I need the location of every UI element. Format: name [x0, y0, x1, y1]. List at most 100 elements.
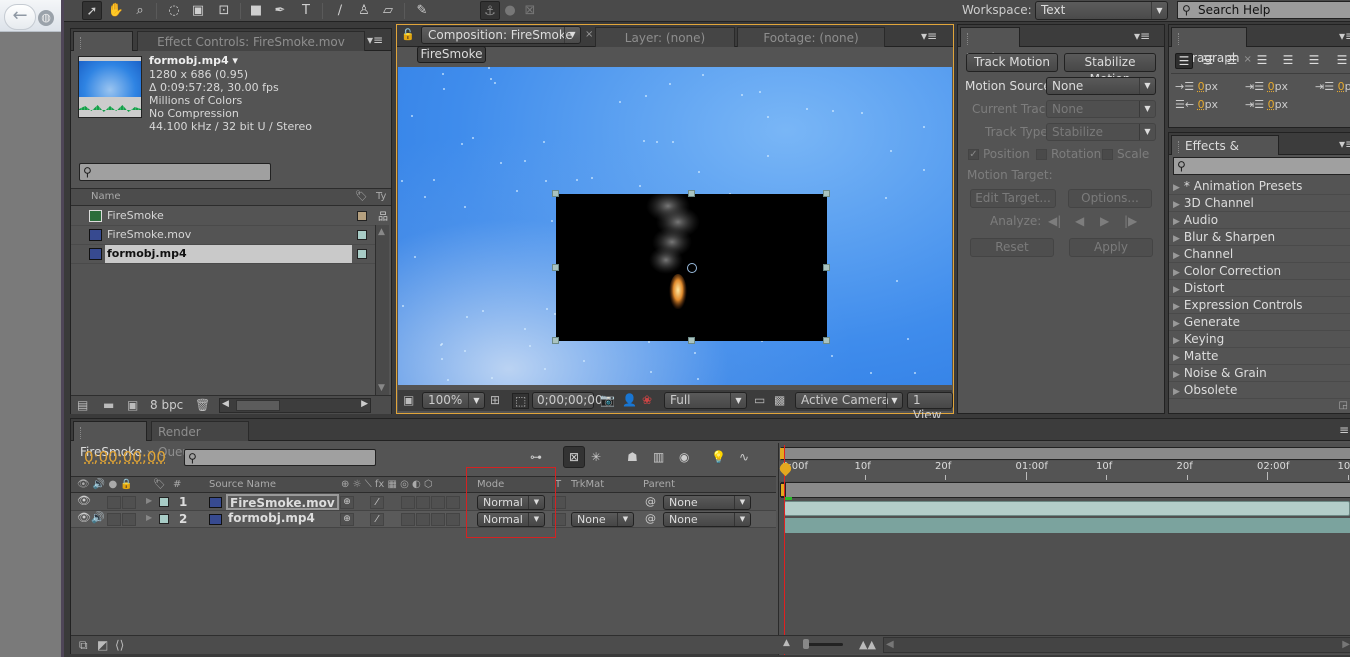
track-type-select[interactable]: Stabilize ▼ — [1046, 123, 1156, 141]
transform-handle[interactable] — [688, 337, 695, 344]
panel-menu-icon[interactable]: ▾≡ — [921, 29, 937, 43]
label-color[interactable] — [357, 230, 367, 240]
project-item[interactable]: FireSmoke.mov — [71, 226, 377, 245]
options-button[interactable]: Options... — [1068, 189, 1152, 208]
toggle-in-out-icon[interactable]: ⟨⟩ — [115, 638, 124, 652]
position-checkbox[interactable]: ✓ — [968, 149, 979, 160]
timeline-zoom-slider[interactable] — [803, 639, 843, 649]
always-preview-icon[interactable]: ▣ — [403, 393, 414, 407]
panel-menu-icon[interactable]: ▾≡ — [1339, 29, 1350, 43]
label-color[interactable] — [357, 211, 367, 221]
tab-layer[interactable]: Layer: (none) — [595, 27, 735, 47]
layer-row[interactable]: 👁 ▶ 1 FireSmoke.mov ⊕ ⁄ Normal ▼ @ None ▼ — [71, 494, 776, 511]
expand-triangle-icon[interactable]: ▶ — [1173, 336, 1180, 346]
workspace-select[interactable]: Text ▼ — [1035, 1, 1168, 20]
shy-switch[interactable]: ⊕ — [340, 513, 354, 526]
effects-category[interactable]: ▶ Color Correction — [1169, 263, 1350, 280]
align-center-icon[interactable]: ☰ — [1199, 53, 1217, 69]
timeline-horizontal-scrollbar[interactable]: ◀ ▶ — [883, 637, 1350, 653]
transform-handle[interactable] — [552, 190, 559, 197]
shy-switch[interactable]: ⊕ — [340, 496, 354, 509]
interpret-footage-icon[interactable]: ▤ — [77, 398, 88, 412]
expand-triangle-icon[interactable]: ▶ — [1173, 302, 1180, 312]
expand-triangle-icon[interactable]: ▶ — [1173, 200, 1180, 210]
frame-blend-switch[interactable] — [416, 496, 430, 509]
expand-triangle-icon[interactable]: ▶ — [1173, 268, 1180, 278]
project-search-input[interactable]: ⚲ — [79, 163, 271, 181]
panel-menu-icon[interactable]: ▾≡ — [1134, 29, 1150, 43]
motion-source-select[interactable]: None ▼ — [1046, 77, 1156, 95]
pen-tool-icon[interactable]: ✒ — [270, 1, 290, 20]
clone-stamp-tool-icon[interactable]: ♙ — [354, 1, 374, 20]
column-type[interactable]: Ty — [376, 191, 386, 202]
toggle-switches-icon[interactable]: ⧉ — [79, 638, 88, 653]
justify-all-icon[interactable]: ☰ — [1333, 53, 1350, 69]
space-after-field[interactable]: ⇥☰ 0px — [1245, 98, 1288, 111]
work-area-bar[interactable] — [780, 447, 1350, 460]
eye-icon[interactable]: 👁 — [77, 511, 91, 524]
brush-tool-icon[interactable]: ∕ — [330, 1, 350, 20]
panel-menu-icon[interactable]: ▾≡ — [367, 33, 383, 47]
scroll-down-icon[interactable]: ▼ — [378, 383, 385, 393]
tab-effect-controls[interactable]: Effect Controls: FireSmoke.mov — [137, 31, 365, 51]
layer-name[interactable]: FireSmoke.mov — [226, 494, 339, 510]
tab-project[interactable]: Project× — [73, 31, 133, 69]
eye-icon[interactable]: 👁 — [77, 494, 91, 507]
camera-view-select[interactable]: Active Camera ▼ — [795, 392, 903, 409]
scroll-left-icon[interactable]: ◀ — [222, 399, 229, 409]
zoom-tool-icon[interactable]: ⌕ — [130, 1, 150, 20]
current-track-select[interactable]: None ▼ — [1046, 100, 1156, 118]
effects-category[interactable]: ▶ Blur & Sharpen — [1169, 229, 1350, 246]
tab-tracker[interactable]: Tracker× — [960, 27, 1023, 65]
reset-button[interactable]: Reset — [970, 238, 1054, 257]
track-matte-select[interactable]: None ▼ — [571, 512, 634, 527]
transform-handle[interactable] — [552, 264, 559, 271]
lock-icon[interactable]: 🔓 — [401, 28, 415, 41]
audio-icon[interactable]: 🔊 — [91, 511, 105, 524]
effects-category[interactable]: ▶ Generate — [1169, 314, 1350, 331]
effects-category[interactable]: ▶ Keying — [1169, 331, 1350, 348]
scroll-right-icon[interactable]: ▶ — [361, 399, 368, 409]
scroll-left-icon[interactable]: ◀ — [886, 639, 894, 650]
new-folder-icon[interactable]: ▬ — [103, 398, 114, 412]
search-help-input[interactable]: ⚲ Search Help — [1177, 1, 1350, 19]
trash-icon[interactable]: 🗑 — [195, 398, 210, 412]
solo-switch[interactable] — [107, 513, 121, 526]
scrollbar-thumb[interactable] — [236, 400, 280, 411]
close-icon[interactable]: × — [585, 29, 593, 40]
current-time-field[interactable]: 0;00;00;00 — [532, 392, 603, 409]
3d-layer-switch[interactable] — [446, 513, 460, 526]
timeline-search-input[interactable]: ⚲ — [184, 449, 376, 466]
rotation-checkbox[interactable] — [1036, 149, 1047, 160]
3d-layer-switch[interactable] — [446, 496, 460, 509]
effects-search-input[interactable]: ⚲ — [1173, 157, 1350, 175]
composition-mini-flowchart-icon[interactable]: ⊶ — [530, 450, 542, 464]
layer-name[interactable]: formobj.mp4 — [226, 511, 317, 527]
selected-layer-frame[interactable] — [552, 190, 830, 344]
current-time-display[interactable]: 0;00;00;00 — [84, 448, 166, 466]
expand-triangle-icon[interactable]: ▶ — [1173, 387, 1180, 397]
layer-row[interactable]: 👁 🔊 ▶ 2 formobj.mp4 ⊕ ⁄ Normal ▼ None ▼ @ … — [71, 511, 776, 528]
time-ruler[interactable]: 0:00f10f20f01:00f10f20f02:00f10f — [779, 461, 1350, 481]
snapshot-icon[interactable]: 📷 — [600, 393, 615, 407]
zoom-in-icon[interactable]: ▲▲ — [859, 638, 876, 651]
expand-triangle-icon[interactable]: ▶ — [1173, 251, 1180, 261]
back-button[interactable]: ← — [4, 4, 36, 30]
quality-switch[interactable]: ⁄ — [370, 513, 384, 526]
transform-handle[interactable] — [823, 337, 830, 344]
expand-triangle-icon[interactable]: ▶ — [146, 496, 152, 505]
motion-blur-switch[interactable] — [431, 513, 445, 526]
lock-switch[interactable] — [122, 513, 136, 526]
tab-effects-presets[interactable]: Effects & Presets× — [1171, 135, 1279, 173]
expand-triangle-icon[interactable]: ▶ — [1173, 285, 1180, 295]
effect-switch[interactable] — [401, 513, 415, 526]
pick-whip-icon[interactable]: @ — [645, 512, 656, 525]
expand-triangle-icon[interactable]: ▶ — [146, 513, 152, 522]
layer-duration-bar[interactable] — [784, 501, 1350, 516]
effects-category[interactable]: ▶ Channel — [1169, 246, 1350, 263]
type-tool-icon[interactable]: T — [296, 1, 316, 20]
justify-last-left-icon[interactable]: ☰ — [1253, 53, 1271, 69]
column-source-name[interactable]: Source Name — [209, 479, 276, 490]
world-axis-icon[interactable]: ● — [500, 1, 520, 20]
column-parent[interactable]: Parent — [643, 479, 675, 490]
